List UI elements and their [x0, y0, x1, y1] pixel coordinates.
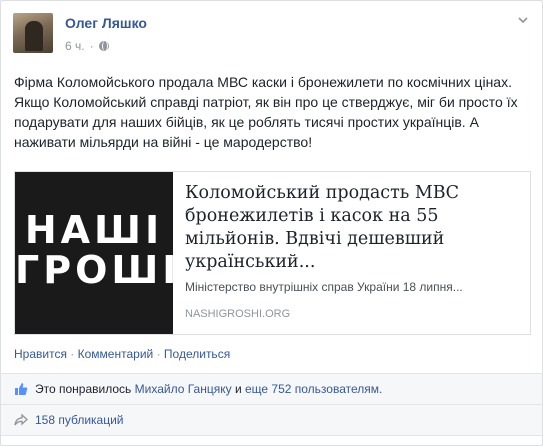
- nashi-groshi-logo: НАШІ ГРОШІ: [15, 208, 181, 292]
- shared-link-description: Міністерство внутрішніх справ України 18…: [185, 280, 463, 294]
- post-card: Олег Ляшко 6 ч. · Фірма Коломойського пр…: [0, 0, 543, 446]
- shared-link-image[interactable]: НАШІ ГРОШІ: [15, 172, 181, 334]
- thumbs-up-icon: [14, 382, 28, 396]
- likes-row: Это понравилось Михайло Ганцяку и еще 75…: [1, 374, 542, 405]
- post-time[interactable]: 6 ч.: [65, 39, 85, 53]
- shares-count[interactable]: 158 публикаций: [35, 413, 124, 427]
- author-name[interactable]: Олег Ляшко: [65, 15, 147, 31]
- share-arrow-icon: [14, 413, 28, 427]
- liker-name[interactable]: Михайло Ганцяку: [135, 382, 232, 396]
- globe-icon: [98, 41, 109, 51]
- meta-separator: ·: [89, 39, 94, 53]
- likes-prefix: Это понравилось: [35, 382, 132, 396]
- shares-row[interactable]: 158 публикаций: [1, 405, 542, 436]
- shared-link-body: Коломойський продасть МВС бронежилетів і…: [173, 172, 532, 334]
- shared-link-title[interactable]: Коломойський продасть МВС бронежилетів і…: [185, 182, 520, 274]
- action-separator: ·: [70, 347, 75, 361]
- likes-others-link[interactable]: еще 752 пользователям.: [245, 382, 382, 396]
- chevron-down-icon[interactable]: [518, 15, 528, 25]
- comment-button[interactable]: Комментарий: [78, 347, 154, 361]
- shared-link-domain: NASHIGROSHI.ORG: [185, 308, 291, 320]
- action-separator: ·: [156, 347, 161, 361]
- author-avatar[interactable]: [13, 13, 53, 53]
- post-text: Фірма Коломойського продала МВС каски і …: [14, 74, 518, 150]
- like-button[interactable]: Нравится: [14, 347, 67, 361]
- post-stats: Это понравилось Михайло Ганцяку и еще 75…: [1, 373, 542, 436]
- share-button[interactable]: Поделиться: [164, 347, 230, 361]
- logo-line-2: ГРОШІ: [15, 248, 181, 292]
- shared-link-card[interactable]: НАШІ ГРОШІ Коломойський продасть МВС бро…: [14, 171, 531, 335]
- logo-line-1: НАШІ: [24, 208, 164, 252]
- post-meta: 6 ч. ·: [65, 39, 109, 53]
- post-actions: Нравится · Комментарий · Поделиться: [14, 347, 230, 361]
- likes-middle: и: [234, 382, 242, 396]
